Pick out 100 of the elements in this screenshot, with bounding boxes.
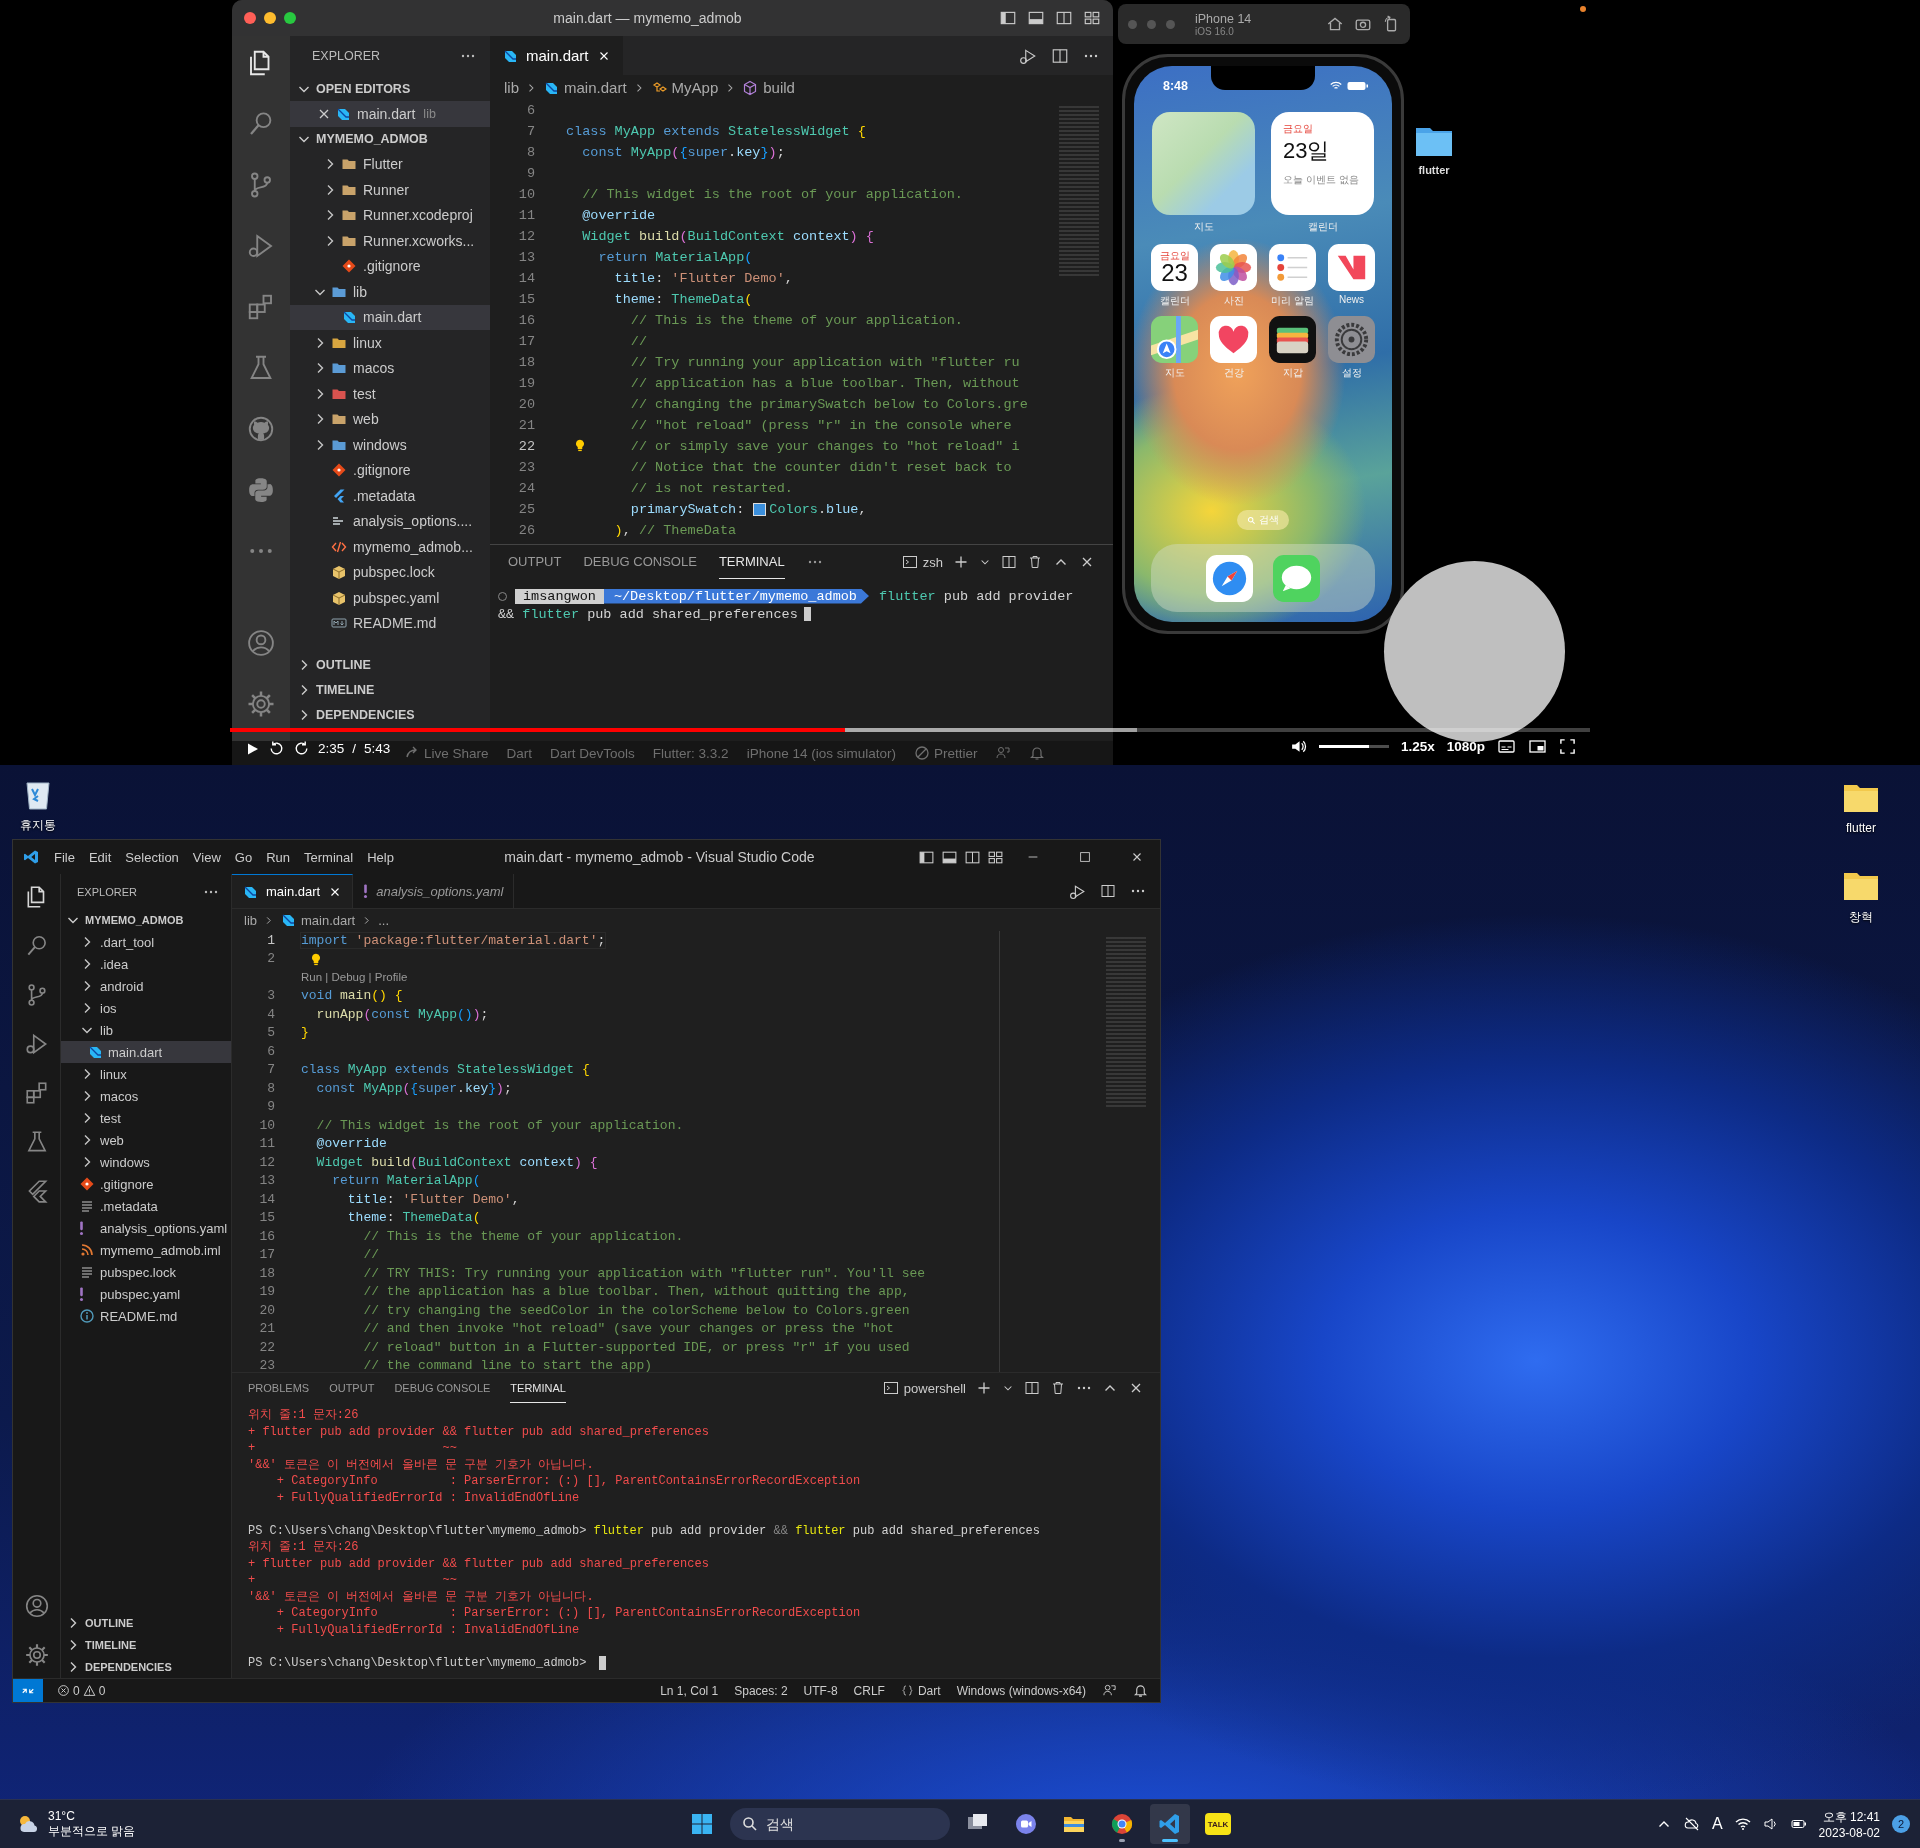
gear-app-icon[interactable] [1328,316,1375,363]
menu-item[interactable]: Selection [118,849,186,865]
window-dot[interactable] [1166,19,1175,29]
status-item[interactable]: UTF-8 [803,1683,838,1698]
cloud-slash-icon[interactable] [1683,1816,1700,1832]
notification-badge[interactable]: 2 [1892,1815,1910,1833]
sidebar-toggle-icon[interactable] [999,9,1017,27]
panel-tab[interactable]: TERMINAL [510,1373,566,1403]
subtitles-icon[interactable] [1497,738,1516,755]
tree-item[interactable]: macos [290,355,490,381]
breadcrumb[interactable]: lib [244,912,257,928]
panel-tab[interactable]: TERMINAL [718,545,785,579]
section-header[interactable]: TIMELINE [290,677,490,702]
menu-item[interactable]: Run [259,849,297,865]
status-item[interactable]: Windows (windows-x64) [956,1683,1086,1698]
rewind-icon[interactable] [268,740,285,757]
status-item[interactable]: Ln 1, Col 1 [660,1683,719,1698]
fullscreen-icon[interactable] [1559,738,1576,755]
home-icon[interactable] [1326,15,1344,33]
volume-icon[interactable] [1762,1816,1779,1832]
window-dot[interactable] [1147,19,1156,29]
split-icon[interactable] [1001,554,1017,570]
status-item[interactable]: Live Share [404,745,489,761]
heart-app-icon[interactable] [1210,316,1257,363]
progress-bar[interactable] [230,728,1590,732]
panel-tab[interactable]: DEBUG CONSOLE [394,1373,491,1403]
zoom-button[interactable] [284,12,296,24]
split-layout-icon[interactable] [1055,9,1073,27]
breadcrumb[interactable]: MyApp [650,79,719,96]
trash-icon[interactable] [1050,1380,1066,1396]
breadcrumb[interactable]: lib [504,79,519,96]
split-editor-icon[interactable] [1100,883,1116,899]
wallet-app-icon[interactable] [1269,316,1316,363]
add-icon[interactable] [976,1380,992,1396]
status-item[interactable]: Dart [506,745,533,761]
quality-label[interactable]: 1080p [1446,739,1485,754]
tree-item[interactable]: pubspec.yaml [61,1283,231,1305]
panel-tab[interactable]: DEBUG CONSOLE [583,545,697,579]
forward-icon[interactable] [293,740,310,757]
settings-icon[interactable] [246,689,276,719]
run-debug-icon[interactable] [1069,882,1086,900]
section-header[interactable]: DEPENDENCIES [61,1656,231,1678]
section-header[interactable]: MYMEMO_ADMOB [61,909,231,931]
tree-item[interactable]: .idea [61,953,231,975]
status-item[interactable]: Dart DevTools [550,745,635,761]
layout-grid-icon[interactable] [1083,9,1101,27]
problems-indicator[interactable]: 0 0 [51,1682,112,1699]
tree-item[interactable]: main.dart [290,304,490,330]
tree-item[interactable]: .metadata [61,1195,231,1217]
tree-item[interactable]: test [61,1107,231,1129]
panel-tab[interactable]: OUTPUT [329,1373,375,1403]
settings-icon[interactable] [23,1642,50,1668]
taskbar-app[interactable]: TALK [1198,1804,1238,1844]
compass-app-icon[interactable] [1206,554,1253,602]
volume-slider[interactable] [1318,745,1389,748]
weather-widget[interactable]: 31°C 부분적으로 맑음 [0,1807,142,1841]
tree-item[interactable]: mymemo_admob.iml [61,1239,231,1261]
panel-toggle-icon[interactable] [1027,9,1045,27]
volume-icon[interactable] [1289,738,1307,755]
section-header[interactable]: OUTLINE [61,1612,231,1634]
section-header[interactable]: OPEN EDITORS [290,76,490,101]
breadcrumb[interactable]: build [742,79,795,96]
tree-item[interactable]: README.md [61,1305,231,1327]
tree-item[interactable]: ios [61,997,231,1019]
account-icon[interactable] [23,1593,50,1619]
tree-item[interactable]: linux [61,1063,231,1085]
tree-item[interactable]: README.md [290,610,490,636]
tree-item[interactable]: .dart_tool [61,931,231,953]
codelens-links[interactable]: Run | Debug | Profile [301,971,408,984]
clock[interactable]: 오후 12:41 2023-08-02 [1818,1808,1880,1840]
checklist-app-icon[interactable] [1269,244,1316,291]
lightbulb-icon[interactable] [573,438,587,453]
account-icon[interactable] [246,628,276,658]
open-editor-item[interactable]: main.dart lib [290,101,490,127]
map-app-icon[interactable] [1151,316,1198,363]
tree-item[interactable]: analysis_options.... [290,508,490,534]
terminal-shell-selector[interactable]: powershell [882,1380,966,1396]
status-item[interactable]: Prettier [913,745,978,761]
status-item[interactable]: Flutter: 3.3.2 [652,745,729,761]
input-method-indicator[interactable]: A [1711,1815,1723,1833]
tree-item[interactable]: linux [290,330,490,356]
tree-item[interactable]: .gitignore [61,1173,231,1195]
tree-item[interactable]: windows [61,1151,231,1173]
split-editor-icon[interactable] [1051,46,1069,65]
flower-app-icon[interactable] [1210,244,1257,291]
tree-item[interactable]: test [290,381,490,407]
github-icon[interactable] [246,414,276,444]
tree-item[interactable]: web [61,1129,231,1151]
python-icon[interactable] [246,475,276,505]
remote-button[interactable] [13,1679,43,1702]
panel-tab[interactable]: PROBLEMS [248,1373,310,1403]
panel-tab[interactable]: OUTPUT [508,545,562,579]
tree-item[interactable]: analysis_options.yaml [61,1217,231,1239]
tree-item[interactable]: pubspec.lock [290,559,490,585]
breadcrumb[interactable]: ... [378,912,390,928]
tree-item[interactable]: web [290,406,490,432]
feedback-icon[interactable] [1102,1683,1117,1698]
search-field[interactable]: 검색 [730,1808,950,1840]
breadcrumb[interactable]: main.dart [280,912,356,928]
run-debug-icon[interactable] [1019,46,1037,65]
